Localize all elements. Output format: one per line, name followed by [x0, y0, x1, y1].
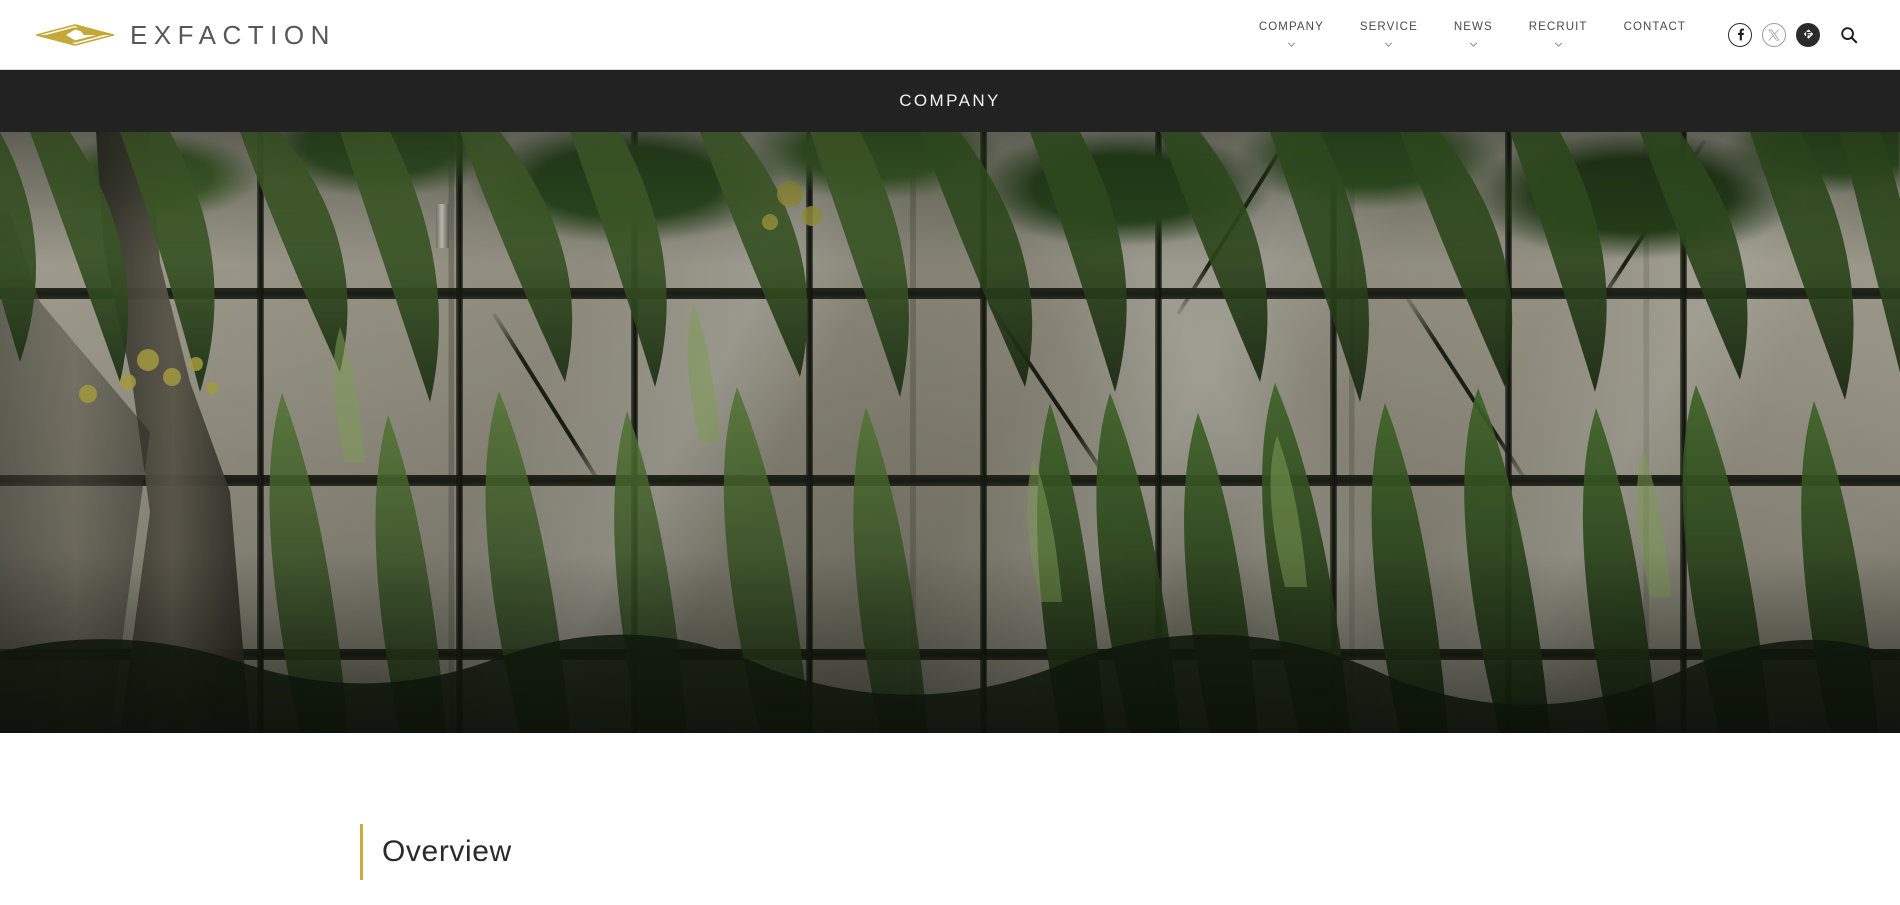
chevron-down-icon [1554, 42, 1562, 47]
social-links [1728, 22, 1820, 47]
chevron-down-icon [1385, 42, 1393, 47]
nav-label-company: COMPANY [1258, 21, 1324, 34]
main-navigation: COMPANY SERVICE NEWS RECRUIT CONTACT [1241, 22, 1704, 47]
site-header: EXFACTION COMPANY SERVICE NEWS RECRUIT C… [0, 0, 1900, 70]
chevron-down-icon [1287, 42, 1296, 47]
page-title-banner: COMPANY [0, 70, 1900, 132]
section-title-overview: Overview [382, 835, 512, 868]
x-twitter-link[interactable] [1762, 22, 1786, 47]
ameba-blog-icon [1803, 29, 1813, 39]
nav-item-news[interactable]: NEWS [1436, 22, 1511, 47]
x-twitter-icon [1768, 29, 1780, 40]
page-title: COMPANY [899, 91, 1001, 110]
page-root: EXFACTION COMPANY SERVICE NEWS RECRUIT C… [0, 0, 1900, 905]
nav-item-company[interactable]: COMPANY [1241, 22, 1342, 47]
nav-label-news: NEWS [1453, 21, 1493, 34]
ameba-blog-link[interactable] [1796, 22, 1820, 47]
nav-item-service[interactable]: SERVICE [1342, 22, 1436, 47]
header-right-cluster: COMPANY SERVICE NEWS RECRUIT CONTACT [1241, 22, 1860, 47]
diamond-logo-icon [36, 23, 114, 46]
chevron-down-icon [1469, 42, 1477, 47]
overview-section-header: Overview [360, 824, 512, 880]
nav-label-contact: CONTACT [1623, 21, 1686, 34]
brand-wordmark: EXFACTION [130, 19, 336, 50]
nav-label-service: SERVICE [1359, 21, 1418, 34]
facebook-link[interactable] [1728, 22, 1752, 47]
nav-item-contact[interactable]: CONTACT [1606, 22, 1704, 47]
nav-item-recruit[interactable]: RECRUIT [1511, 22, 1606, 47]
hero-image: ONE WAY [0, 132, 1900, 733]
street-sign-post [436, 204, 449, 248]
brand-logo-link[interactable]: EXFACTION [36, 20, 336, 50]
hero-photo: ONE WAY [0, 132, 1900, 733]
section-accent-bar [360, 824, 363, 880]
facebook-icon [1737, 28, 1744, 41]
main-content: Overview [0, 733, 1900, 905]
hero-foliage-layer [0, 132, 1900, 733]
search-button[interactable] [1838, 24, 1860, 46]
nav-label-recruit: RECRUIT [1528, 21, 1588, 34]
search-icon [1841, 26, 1858, 43]
